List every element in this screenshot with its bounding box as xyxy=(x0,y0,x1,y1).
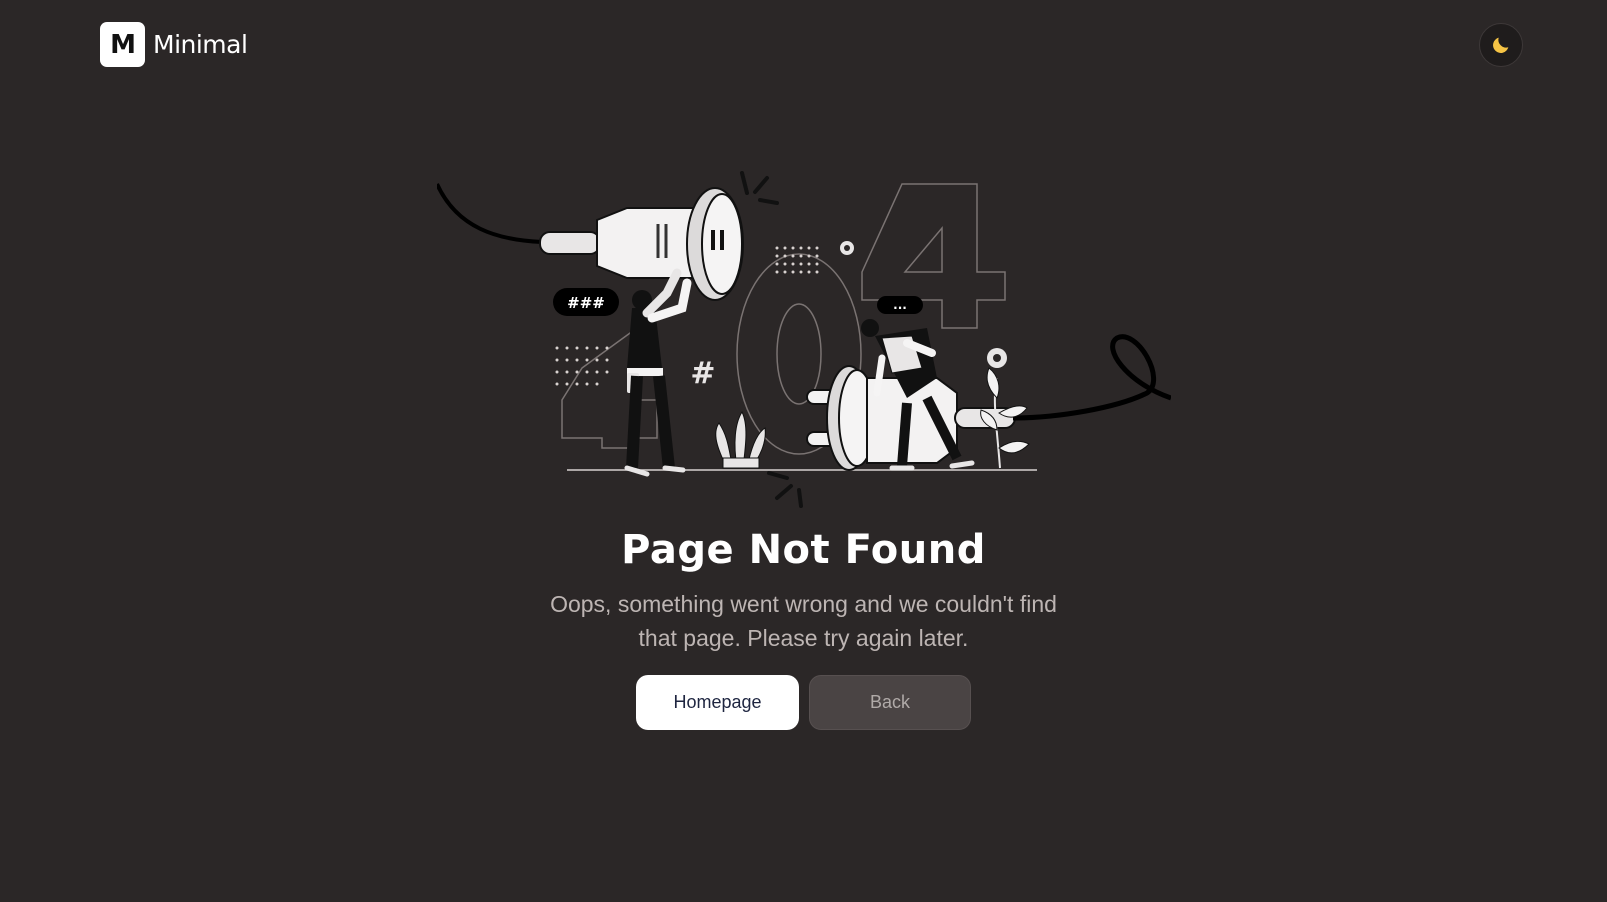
error-message-line-2: that page. Please try again later. xyxy=(638,625,969,651)
error-message-line-1: Oops, something went wrong and we couldn… xyxy=(550,591,1057,617)
back-button[interactable]: Back xyxy=(809,675,971,730)
bubble-right-text: ... xyxy=(893,298,907,312)
404-unplugged-illustration: ### ... # xyxy=(437,171,1171,508)
error-page: M Minimal ### ... # Page Not Found Oops,… xyxy=(0,0,1607,902)
moon-icon xyxy=(1493,37,1509,53)
error-message: Oops, something went wrong and we couldn… xyxy=(540,587,1067,655)
hash-symbol-text: # xyxy=(690,356,715,391)
brand-name: Minimal xyxy=(153,30,248,59)
logo-icon: M xyxy=(100,22,145,67)
page-title: Page Not Found xyxy=(621,527,986,573)
theme-toggle-button[interactable] xyxy=(1479,23,1523,67)
brand-logo-link[interactable]: M Minimal xyxy=(100,22,248,67)
homepage-button[interactable]: Homepage xyxy=(636,675,799,730)
bubble-left-text: ### xyxy=(567,294,605,312)
